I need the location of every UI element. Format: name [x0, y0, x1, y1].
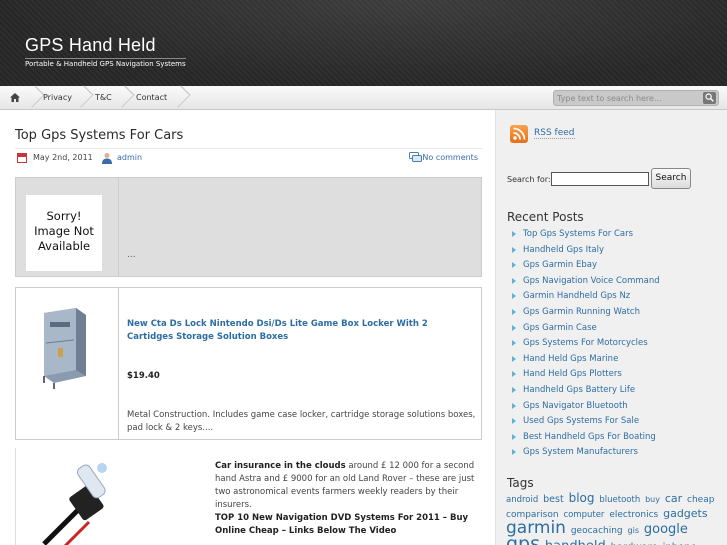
home-icon [10, 93, 20, 102]
divider [15, 448, 16, 545]
sorry-line-2: Image Not [34, 224, 94, 238]
nav-separator [30, 86, 40, 110]
sorry-line-3: Available [37, 239, 91, 253]
site-header: GPS Hand Held Portable & Handheld GPS Na… [0, 0, 727, 86]
tag-link[interactable]: electronics [609, 510, 658, 520]
recent-post-link[interactable]: Handheld Gps Battery Life [510, 383, 720, 399]
product-card: Sorry! Image Not Available ... [15, 177, 482, 277]
tag-link[interactable]: google [644, 522, 688, 537]
recent-posts-heading: Recent Posts [507, 210, 584, 224]
recent-post-link[interactable]: Gps Garmin Running Watch [510, 305, 720, 321]
main-nav: Privacy T&C Contact [0, 86, 727, 110]
recent-post-link[interactable]: Top Gps Systems For Cars [510, 227, 720, 243]
recent-post-link[interactable]: Gps Navigation Voice Command [510, 274, 720, 290]
nav-item-contact[interactable]: Contact [136, 86, 167, 110]
nav-separator [120, 86, 130, 110]
product-thumbnail[interactable]: Sorry! Image Not Available [16, 178, 119, 276]
product-description: Metal Construction. Includes game case l… [127, 410, 476, 433]
tag-cloud: android best blog bluetooth buy car chea… [506, 492, 722, 545]
post-title[interactable]: Top Gps Systems For Cars [15, 128, 183, 143]
sidebar-search-label: Search for: [507, 175, 551, 184]
tag-link[interactable]: bluetooth [599, 495, 640, 505]
recent-post-link[interactable]: Gps System Manufacturers [510, 445, 720, 461]
tag-link[interactable]: gps [506, 533, 540, 545]
calendar-icon [17, 153, 27, 163]
recent-post-link[interactable]: Best Handheld Gps For Boating [510, 430, 720, 446]
product-title-link[interactable]: New Cta Ds Lock Nintendo Dsi/Ds Lite Gam… [127, 318, 467, 344]
sorry-line-1: Sorry! [46, 209, 82, 223]
search-icon [705, 93, 714, 102]
hid-bulb-image [42, 463, 107, 545]
post-author[interactable]: admin [117, 153, 142, 162]
image-not-available: Sorry! Image Not Available [25, 194, 103, 272]
tag-link[interactable]: best [543, 494, 564, 505]
post-date: May 2nd, 2011 [33, 153, 93, 162]
sidebar-search-button[interactable]: Search [651, 168, 691, 189]
article-link-1[interactable]: Car insurance in the clouds [215, 461, 346, 471]
article-text: Car insurance in the clouds around £ 12 … [215, 460, 477, 538]
tag-link[interactable]: blog [569, 491, 595, 505]
nav-separator [176, 86, 186, 110]
rss-icon[interactable] [510, 125, 528, 143]
nav-item-tc[interactable]: T&C [95, 86, 112, 110]
recent-post-link[interactable]: Hand Held Gps Plotters [510, 367, 720, 383]
tag-link[interactable]: buy [645, 495, 660, 504]
rss-feed-link[interactable]: RSS feed [534, 128, 575, 139]
sidebar: RSS feed Search for: Search Recent Posts… [495, 110, 727, 545]
comment-icon [409, 152, 422, 162]
article-link-2[interactable]: TOP 10 New Navigation DVD Systems For 20… [215, 513, 468, 536]
article-snippet: Car insurance in the clouds around £ 12 … [15, 448, 482, 545]
header-search [553, 90, 719, 106]
tag-link[interactable]: gis [628, 526, 639, 535]
locker-image [43, 308, 86, 389]
header-search-input[interactable] [557, 92, 699, 104]
recent-post-link[interactable]: Gps Systems For Motorcycles [510, 336, 720, 352]
recent-post-link[interactable]: Hand Held Gps Marine [510, 352, 720, 368]
nav-separator [79, 86, 89, 110]
main-content: Top Gps Systems For Cars May 2nd, 2011 a… [15, 110, 482, 545]
tag-link[interactable]: android [506, 495, 538, 505]
tags-heading: Tags [507, 476, 534, 490]
product-ellipsis: ... [127, 250, 136, 260]
sidebar-search-input[interactable] [551, 172, 649, 186]
recent-post-link[interactable]: Gps Garmin Case [510, 321, 720, 337]
user-icon [102, 153, 112, 164]
header-search-button[interactable] [703, 92, 716, 104]
tag-link[interactable]: handheld [545, 539, 606, 545]
product-price: $19.40 [127, 371, 160, 381]
site-title[interactable]: GPS Hand Held [25, 35, 156, 56]
post-comments-link[interactable]: No comments [422, 153, 478, 162]
tag-link[interactable]: computer [563, 510, 604, 520]
nav-item-privacy[interactable]: Privacy [43, 86, 72, 110]
tag-link[interactable]: car [665, 492, 682, 505]
recent-post-link[interactable]: Gps Garmin Ebay [510, 258, 720, 274]
recent-post-link[interactable]: Gps Navigator Bluetooth [510, 399, 720, 415]
rss-glyph [513, 127, 526, 140]
tag-link[interactable]: gadgets [663, 507, 708, 520]
site-tagline: Portable & Handheld GPS Navigation Syste… [25, 58, 186, 68]
tag-link[interactable]: geocaching [571, 526, 623, 536]
post-meta: May 2nd, 2011 admin No comments [15, 148, 482, 168]
recent-post-link[interactable]: Handheld Gps Italy [510, 243, 720, 259]
tag-link[interactable]: cheap [687, 495, 714, 505]
product-card: New Cta Ds Lock Nintendo Dsi/Ds Lite Gam… [15, 287, 482, 440]
recent-posts-list: Top Gps Systems For Cars Handheld Gps It… [510, 227, 720, 461]
product-thumbnail[interactable] [16, 288, 119, 439]
recent-post-link[interactable]: Garmin Handheld Gps Nz [510, 289, 720, 305]
recent-post-link[interactable]: Used Gps Systems For Sale [510, 414, 720, 430]
